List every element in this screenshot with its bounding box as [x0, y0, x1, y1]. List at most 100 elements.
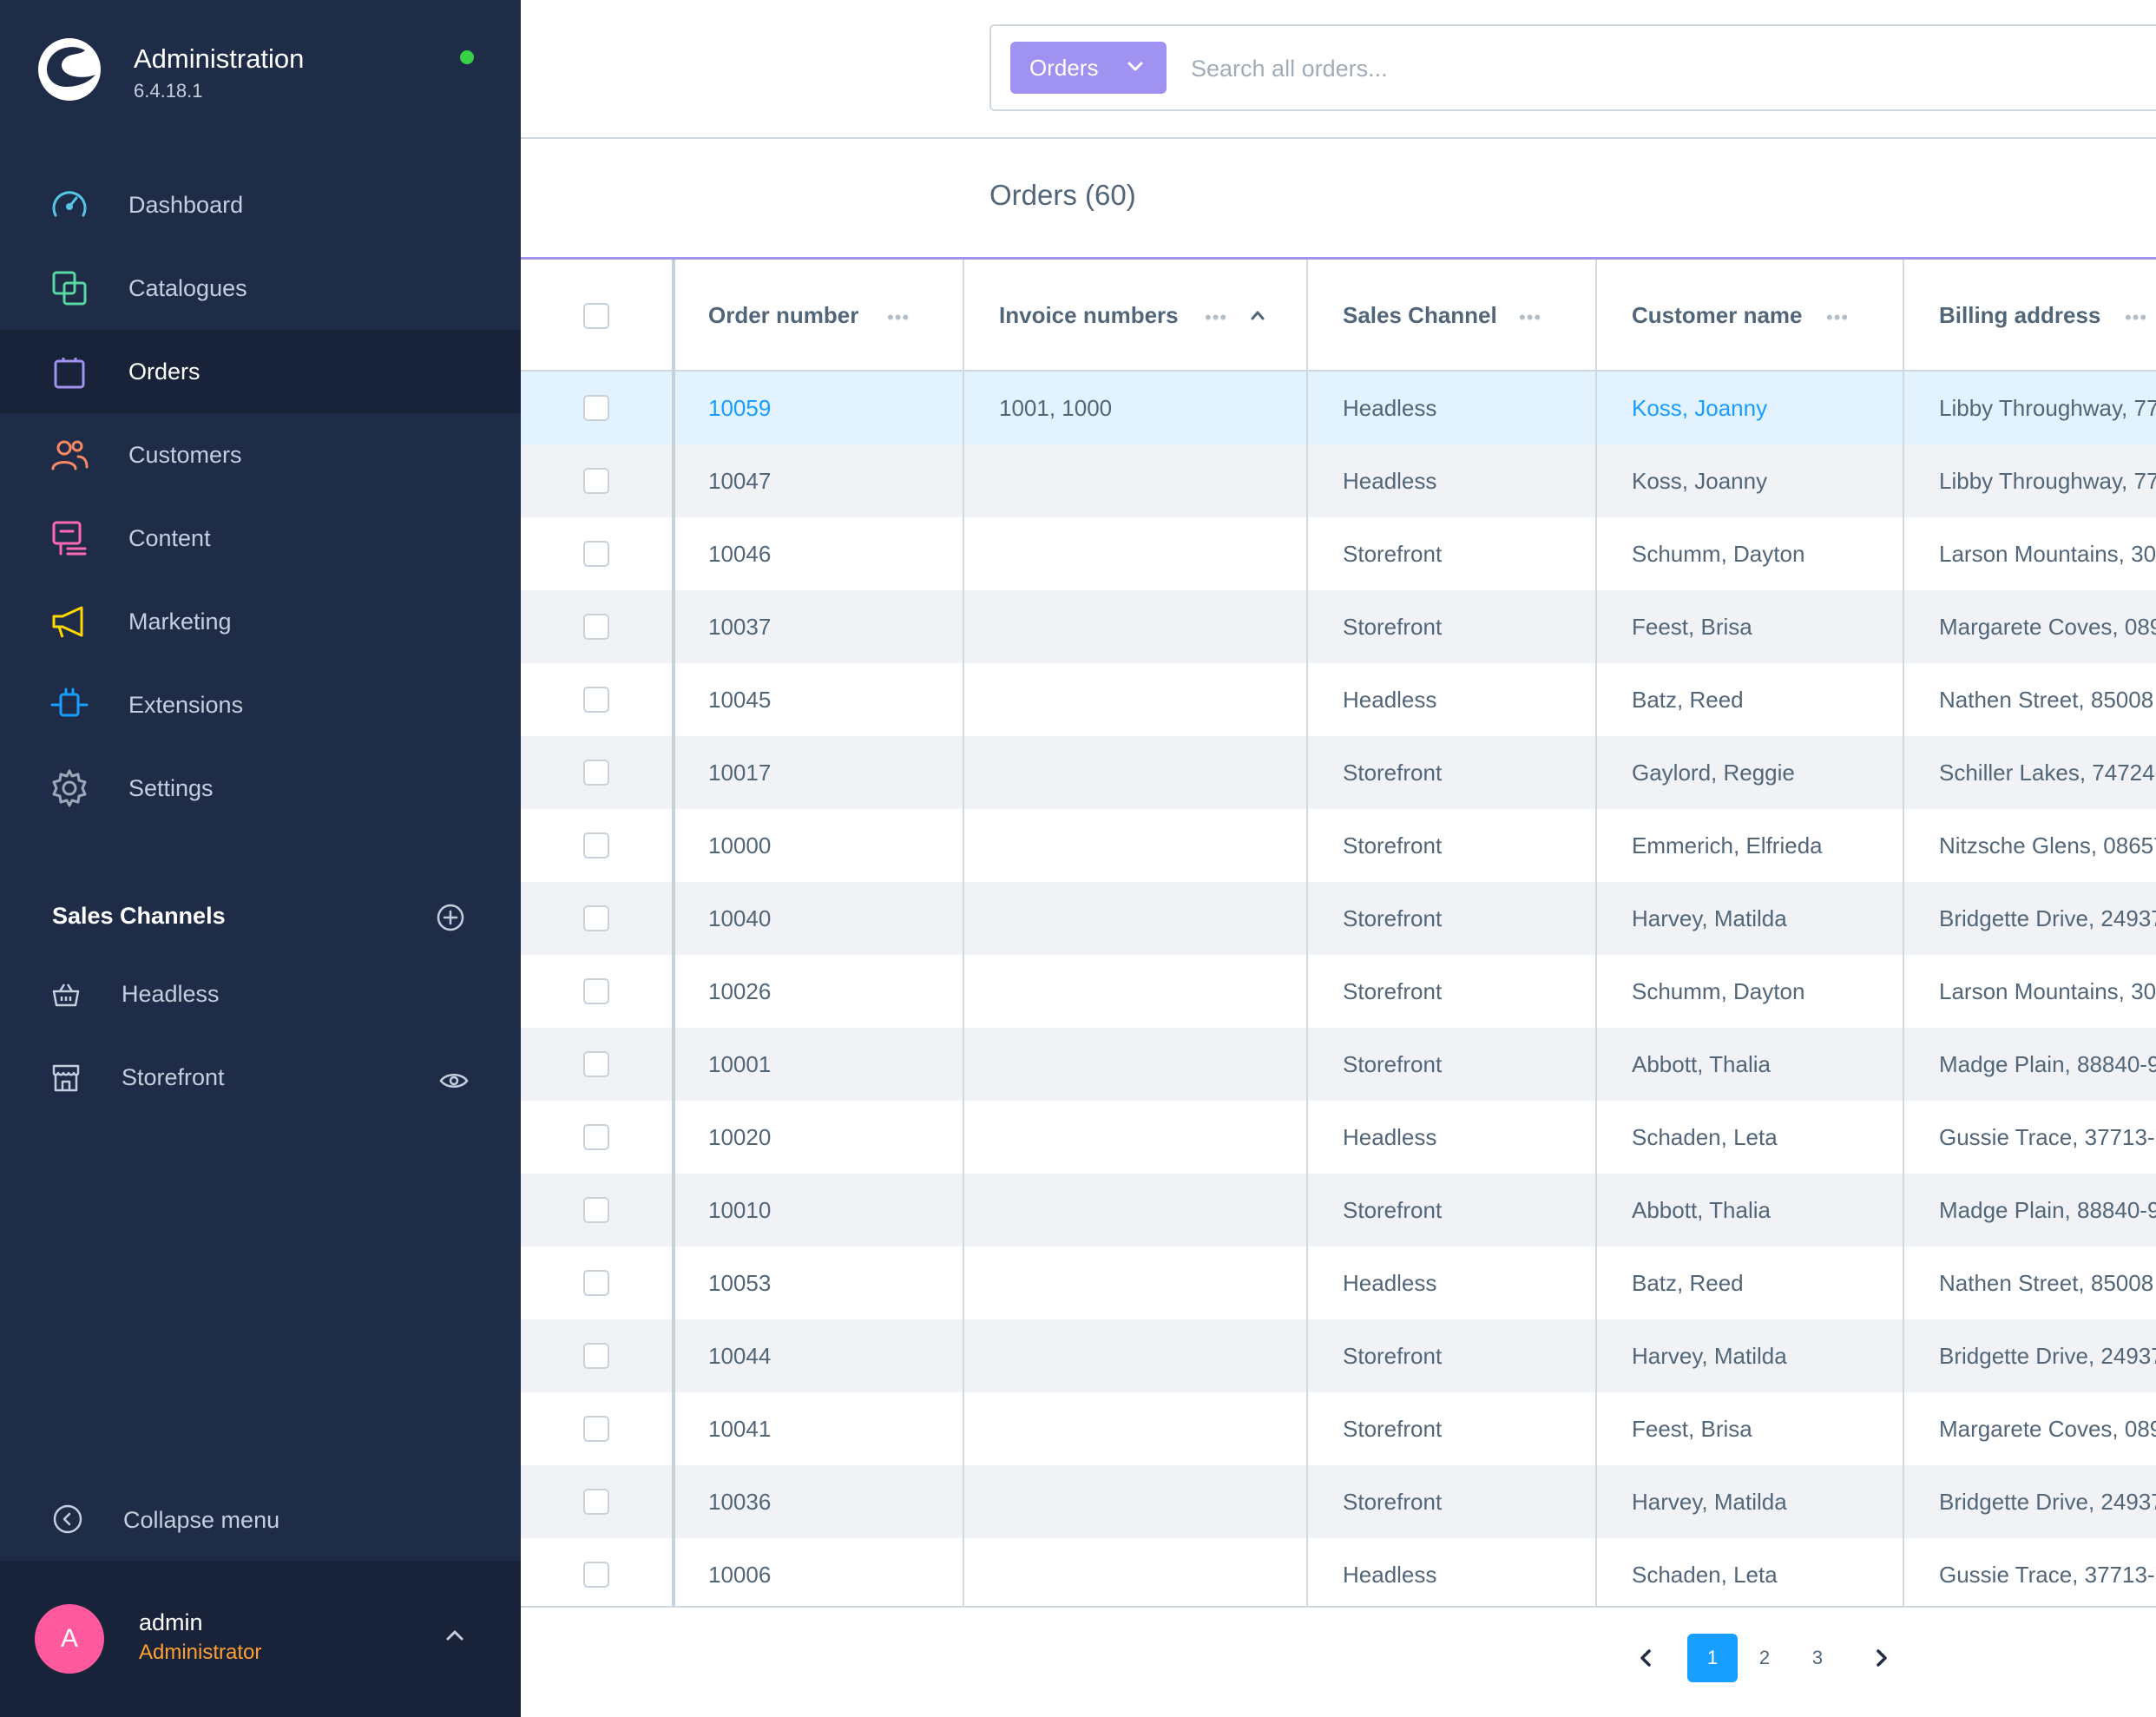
column-divider [963, 260, 964, 1606]
sales-channel-item-headless[interactable]: Headless [0, 967, 521, 1028]
row-checkbox[interactable] [583, 1416, 609, 1442]
search-type-dropdown[interactable]: Orders [1010, 42, 1167, 94]
cell-order-number[interactable]: 10017 [708, 736, 951, 809]
row-checkbox[interactable] [583, 1197, 609, 1223]
cell-billing-address: Margarete Coves, 089 [1939, 613, 2156, 640]
table-row[interactable]: 10026 Storefront Schumm, Dayton Larson Moun… [521, 955, 2156, 1028]
user-menu[interactable]: A admin Administrator [0, 1561, 521, 1717]
collapse-menu-button[interactable]: Collapse menu [52, 1500, 330, 1538]
shopware-logo-icon[interactable] [35, 35, 104, 104]
cell-invoice-numbers [999, 517, 1294, 590]
cell-order-number[interactable]: 10026 [708, 955, 951, 1028]
table-row[interactable]: 10044 Storefront Harvey, Matilda Bridgette … [521, 1319, 2156, 1392]
orders-table: Order number ••• Invoice numbers ••• Sal… [521, 260, 2156, 1611]
content-icon [52, 521, 87, 556]
nav-item-content[interactable]: Content [0, 497, 521, 580]
table-row[interactable]: 10006 Headless Schaden, Leta Gussie Trace, … [521, 1538, 2156, 1611]
row-checkbox[interactable] [583, 1343, 609, 1369]
cell-customer-name: Schumm, Dayton [1632, 540, 1805, 567]
nav-item-marketing[interactable]: Marketing [0, 580, 521, 663]
chevron-up-icon[interactable] [443, 1627, 467, 1644]
page-button-2[interactable]: 2 [1739, 1634, 1790, 1682]
table-row[interactable]: 10047 Headless Koss, Joanny Libby Throughwa… [521, 444, 2156, 517]
row-checkbox[interactable] [583, 395, 609, 421]
column-settings-dots-icon[interactable]: ••• [1205, 306, 1227, 329]
page-button-1[interactable]: 1 [1687, 1634, 1738, 1682]
column-header-invoice-numbers[interactable]: Invoice numbers [999, 260, 1179, 372]
column-settings-dots-icon[interactable]: ••• [887, 306, 910, 329]
column-header-customer-name[interactable]: Customer name [1632, 260, 1803, 372]
column-header-sales-channel[interactable]: Sales Channel [1343, 260, 1497, 372]
cell-order-number[interactable]: 10036 [708, 1465, 951, 1538]
add-sales-channel-icon[interactable] [436, 903, 465, 932]
row-checkbox[interactable] [583, 1270, 609, 1296]
status-online-dot [460, 50, 474, 64]
cell-order-number[interactable]: 10044 [708, 1319, 951, 1392]
cell-customer-name: Schumm, Dayton [1632, 977, 1805, 1004]
cell-order-number[interactable]: 10000 [708, 809, 951, 882]
table-row[interactable]: 10059 1001, 1000 Headless Koss, Joanny Libby… [521, 372, 2156, 444]
cell-order-number[interactable]: 10059 [708, 372, 951, 444]
cell-sales-channel: Storefront [1343, 977, 1443, 1004]
cell-order-number[interactable]: 10053 [708, 1247, 951, 1319]
cell-order-number[interactable]: 10046 [708, 517, 951, 590]
table-row[interactable]: 10053 Headless Batz, Reed Nathen Street, 85… [521, 1247, 2156, 1319]
cell-order-number[interactable]: 10006 [708, 1538, 951, 1611]
search-input[interactable] [1191, 45, 2146, 92]
sort-ascending-icon[interactable] [1250, 310, 1265, 320]
column-settings-dots-icon[interactable]: ••• [1519, 306, 1541, 329]
table-row[interactable]: 10046 Storefront Schumm, Dayton Larson Moun… [521, 517, 2156, 590]
table-row[interactable]: 10036 Storefront Harvey, Matilda Bridgette … [521, 1465, 2156, 1538]
row-checkbox[interactable] [583, 760, 609, 786]
cell-order-number[interactable]: 10037 [708, 590, 951, 663]
nav-item-extensions[interactable]: Extensions [0, 663, 521, 747]
nav-item-customers[interactable]: Customers [0, 413, 521, 497]
row-checkbox[interactable] [583, 1124, 609, 1150]
row-checkbox[interactable] [583, 541, 609, 567]
cell-order-number[interactable]: 10020 [708, 1101, 951, 1174]
column-label: Billing address [1939, 302, 2101, 328]
row-checkbox[interactable] [583, 1562, 609, 1588]
nav-item-catalogues[interactable]: Catalogues [0, 247, 521, 330]
table-row[interactable]: 10000 Storefront Emmerich, Elfrieda Nitzsch… [521, 809, 2156, 882]
column-header-order-number[interactable]: Order number [708, 260, 858, 372]
row-checkbox[interactable] [583, 1051, 609, 1077]
row-checkbox[interactable] [583, 687, 609, 713]
cell-order-number[interactable]: 10010 [708, 1174, 951, 1247]
row-checkbox[interactable] [583, 1489, 609, 1515]
table-row[interactable]: 10010 Storefront Abbott, Thalia Madge Plain… [521, 1174, 2156, 1247]
cell-invoice-numbers [999, 809, 1294, 882]
table-row[interactable]: 10040 Storefront Harvey, Matilda Bridgette … [521, 882, 2156, 955]
table-row[interactable]: 10017 Storefront Gaylord, Reggie Schiller L… [521, 736, 2156, 809]
select-all-checkbox[interactable] [583, 303, 609, 329]
brand-title: Administration [134, 43, 305, 74]
eye-icon[interactable] [439, 1071, 469, 1090]
main-nav: Dashboard Catalogues Orders Customers Co… [0, 163, 521, 830]
column-settings-dots-icon[interactable]: ••• [2125, 306, 2147, 329]
cell-customer-name[interactable]: Koss, Joanny [1632, 372, 1892, 444]
row-checkbox[interactable] [583, 905, 609, 931]
cell-order-number[interactable]: 10040 [708, 882, 951, 955]
sales-channel-item-storefront[interactable]: Storefront [0, 1050, 521, 1111]
cell-order-number[interactable]: 10045 [708, 663, 951, 736]
cell-order-number[interactable]: 10047 [708, 444, 951, 517]
column-header-billing-address[interactable]: Billing address [1939, 260, 2100, 372]
cell-order-number[interactable]: 10041 [708, 1392, 951, 1465]
nav-item-orders[interactable]: Orders [0, 330, 521, 413]
chevron-right-icon[interactable] [1875, 1648, 1889, 1668]
nav-item-settings[interactable]: Settings [0, 747, 521, 830]
row-checkbox[interactable] [583, 832, 609, 858]
table-row[interactable]: 10045 Headless Batz, Reed Nathen Street, 85… [521, 663, 2156, 736]
row-checkbox[interactable] [583, 468, 609, 494]
cell-order-number[interactable]: 10001 [708, 1028, 951, 1101]
table-row[interactable]: 10037 Storefront Feest, Brisa Margarete Cov… [521, 590, 2156, 663]
table-row[interactable]: 10020 Headless Schaden, Leta Gussie Trace, … [521, 1101, 2156, 1174]
row-checkbox[interactable] [583, 614, 609, 640]
nav-item-dashboard[interactable]: Dashboard [0, 163, 521, 247]
column-settings-dots-icon[interactable]: ••• [1826, 306, 1849, 329]
chevron-left-icon[interactable] [1639, 1648, 1653, 1668]
page-button-3[interactable]: 3 [1792, 1634, 1843, 1682]
table-row[interactable]: 10001 Storefront Abbott, Thalia Madge Plain… [521, 1028, 2156, 1101]
table-row[interactable]: 10041 Storefront Feest, Brisa Margarete Cov… [521, 1392, 2156, 1465]
row-checkbox[interactable] [583, 978, 609, 1004]
